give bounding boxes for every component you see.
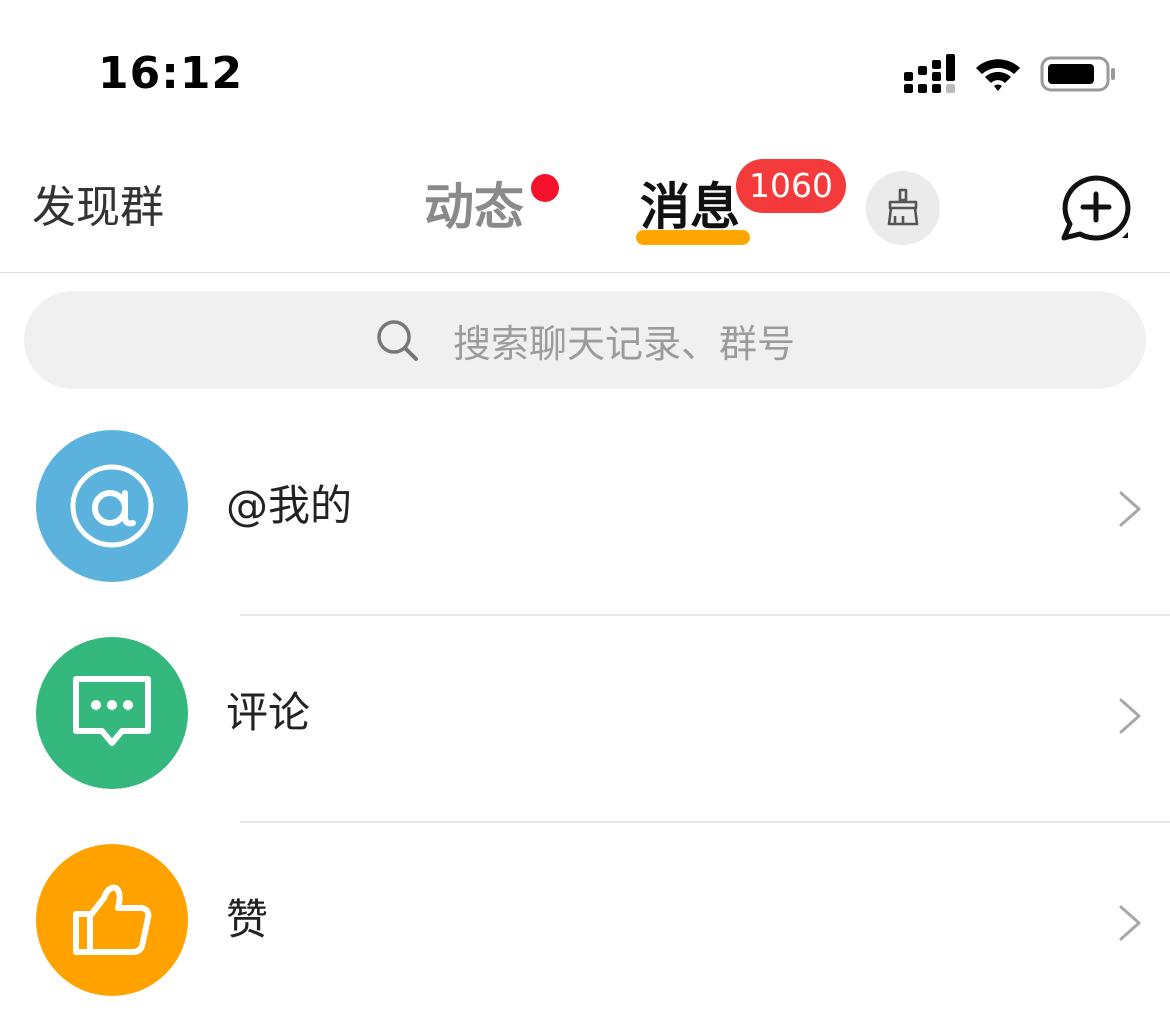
chevron-right-icon xyxy=(1119,698,1141,734)
status-icons xyxy=(904,50,1116,98)
search-placeholder: 搜索聊天记录、群号 xyxy=(452,321,795,366)
chevron-right-icon xyxy=(1119,905,1141,941)
row-divider xyxy=(240,821,1170,823)
list-item-label: @我的 xyxy=(226,481,353,530)
broom-icon xyxy=(887,188,919,226)
wifi-icon xyxy=(976,59,1020,91)
likes-avatar xyxy=(36,844,188,996)
mentions-avatar xyxy=(36,430,188,582)
chevron-right-icon xyxy=(1119,491,1141,527)
discover-groups-link[interactable]: 发现群 xyxy=(32,178,164,238)
row-divider xyxy=(240,614,1170,616)
list-item-mentions[interactable]: @我的 xyxy=(0,410,1170,616)
search-icon xyxy=(377,320,418,361)
thumbs-up-icon xyxy=(73,884,152,955)
comment-icon xyxy=(73,676,151,746)
dynamic-unread-dot xyxy=(531,174,559,202)
list-item-likes[interactable]: 赞 xyxy=(0,824,1170,1030)
list-item-comments[interactable]: 评论 xyxy=(0,617,1170,823)
list-item-label: 评论 xyxy=(226,688,311,737)
at-icon xyxy=(70,464,154,548)
comments-avatar xyxy=(36,637,188,789)
tab-dynamic[interactable]: 动态 xyxy=(424,174,524,240)
list-item-label: 赞 xyxy=(226,895,269,944)
cellular-signal-icon xyxy=(904,54,955,93)
clear-unread-button[interactable] xyxy=(866,171,940,245)
battery-icon xyxy=(1040,56,1115,92)
new-chat-icon[interactable] xyxy=(1058,174,1134,244)
search-input[interactable]: 搜索聊天记录、群号 xyxy=(24,291,1146,389)
messages-unread-badge: 1060 xyxy=(736,159,846,213)
nav-divider xyxy=(0,272,1170,273)
status-time: 16:12 xyxy=(98,48,244,99)
active-tab-indicator xyxy=(636,230,750,245)
